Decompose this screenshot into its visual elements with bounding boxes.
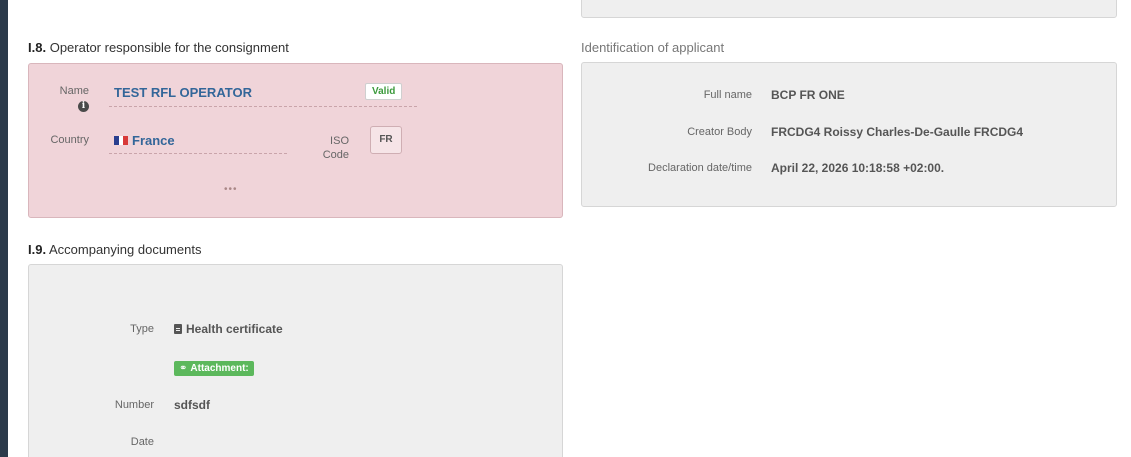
documents-section-title: I.9. Accompanying documents — [28, 242, 201, 257]
valid-status-badge: Valid — [365, 83, 403, 100]
operator-panel: Name i TEST RFL OPERATOR Valid Country F… — [28, 63, 563, 218]
applicant-panel: Full name BCP FR ONE Creator Body FRCDG4… — [581, 62, 1117, 207]
name-label: Name — [59, 85, 89, 97]
iso-label-line2: Code — [322, 149, 349, 161]
creator-body-value: FRCDG4 Roissy Charles-De-Gaulle FRCDG4 — [771, 125, 1024, 139]
country-value: France — [132, 133, 175, 148]
declaration-datetime-label: Declaration date/time — [648, 162, 752, 174]
operator-section-label: Operator responsible for the consignment — [49, 40, 289, 55]
applicant-section-title: Identification of applicant — [581, 40, 725, 55]
iso-label-line1: ISO — [330, 135, 349, 147]
operator-section-number: I.8. — [28, 40, 47, 55]
attachment-badge[interactable]: ⚭ Attachment: — [174, 361, 254, 376]
full-name-label: Full name — [703, 89, 752, 101]
documents-section-label: Accompanying documents — [48, 242, 202, 257]
country-label: Country — [50, 134, 89, 146]
number-value: sdfsdf — [174, 398, 210, 412]
creator-body-label: Creator Body — [687, 126, 752, 138]
left-accent-bar — [0, 0, 8, 457]
france-flag-icon — [114, 136, 129, 145]
iso-code-box: FR — [370, 126, 402, 154]
date-label: Date — [130, 436, 154, 448]
previous-panel-edge — [581, 0, 1117, 18]
more-ellipsis[interactable]: ••• — [224, 184, 238, 195]
type-label: Type — [130, 323, 154, 335]
country-underline — [109, 153, 287, 154]
full-name-value: BCP FR ONE — [771, 88, 845, 102]
operator-name-link[interactable]: TEST RFL OPERATOR — [114, 85, 252, 100]
declaration-datetime-value: April 22, 2026 10:18:58 +02:00. — [771, 161, 945, 175]
number-label: Number — [114, 399, 154, 411]
name-underline — [109, 106, 417, 107]
operator-section-title: I.8. Operator responsible for the consig… — [28, 40, 289, 55]
info-icon[interactable]: i — [78, 101, 89, 112]
paperclip-icon: ⚭ — [179, 363, 188, 374]
documents-panel: Type Health certificate ⚭ Attachment: Nu… — [28, 264, 563, 457]
type-value: Health certificate — [186, 322, 283, 336]
documents-section-number: I.9. — [28, 242, 47, 257]
document-icon — [174, 324, 182, 334]
attachment-label: Attachment: — [190, 363, 249, 374]
